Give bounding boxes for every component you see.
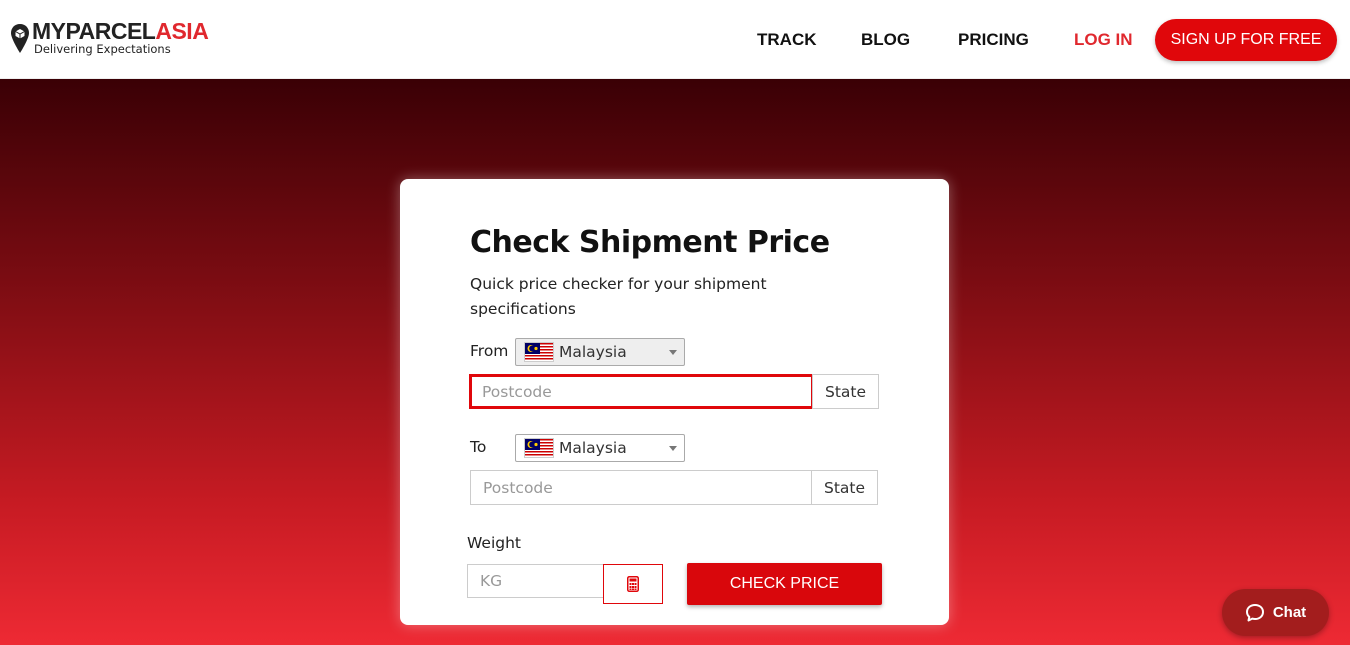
malaysia-flag-icon bbox=[524, 342, 554, 362]
nav-pricing[interactable]: PRICING bbox=[958, 30, 1029, 50]
brand-tagline: Delivering Expectations bbox=[34, 42, 171, 56]
price-check-card: Check Shipment Price Quick price checker… bbox=[400, 179, 949, 625]
nav-blog[interactable]: BLOG bbox=[861, 30, 910, 50]
to-postcode-input[interactable]: Postcode bbox=[470, 470, 812, 505]
chevron-down-icon bbox=[669, 446, 677, 451]
chevron-down-icon bbox=[669, 350, 677, 355]
from-state-button[interactable]: State bbox=[812, 374, 879, 409]
calculator-icon bbox=[627, 576, 639, 592]
to-label: To bbox=[470, 438, 487, 456]
from-country-value: Malaysia bbox=[559, 343, 627, 361]
site-header: MYPARCELASIA Delivering Expectations TRA… bbox=[0, 0, 1350, 79]
brand-logo[interactable]: MYPARCELASIA Delivering Expectations bbox=[10, 18, 209, 57]
calculator-button[interactable] bbox=[603, 564, 663, 604]
location-pin-icon bbox=[11, 24, 29, 53]
malaysia-flag-icon bbox=[524, 438, 554, 458]
weight-input[interactable]: KG bbox=[467, 564, 604, 598]
chat-label: Chat bbox=[1272, 604, 1307, 621]
card-subtitle: Quick price checker for your shipment sp… bbox=[470, 275, 767, 318]
from-country-select[interactable]: Malaysia bbox=[515, 338, 685, 366]
to-country-value: Malaysia bbox=[559, 439, 627, 457]
signup-button[interactable]: SIGN UP FOR FREE bbox=[1155, 19, 1337, 61]
chat-button[interactable]: Chat bbox=[1222, 589, 1329, 636]
chat-bubble-icon bbox=[1245, 603, 1264, 621]
to-country-select[interactable]: Malaysia bbox=[515, 434, 685, 462]
brand-name: MYPARCELASIA bbox=[32, 18, 209, 44]
nav-track[interactable]: TRACK bbox=[757, 30, 817, 50]
weight-label: Weight bbox=[467, 534, 522, 552]
to-state-button[interactable]: State bbox=[811, 470, 878, 505]
check-price-button[interactable]: CHECK PRICE bbox=[687, 563, 882, 605]
card-title: Check Shipment Price bbox=[470, 225, 830, 260]
from-postcode-input[interactable]: Postcode bbox=[469, 374, 814, 409]
nav-login[interactable]: LOG IN bbox=[1074, 30, 1133, 50]
from-label: From bbox=[470, 342, 509, 360]
